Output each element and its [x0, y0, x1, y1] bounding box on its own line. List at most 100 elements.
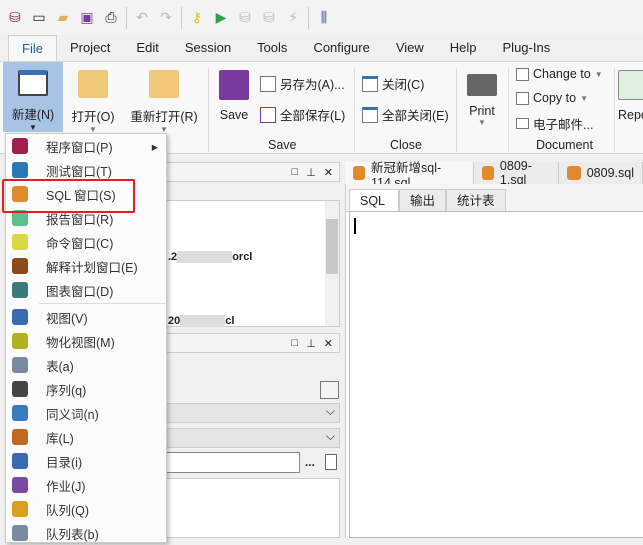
- doc-tab-1[interactable]: 新冠新增sql-114.sql: [345, 161, 474, 190]
- menu-item[interactable]: 队列表(b): [6, 521, 166, 545]
- menu-item-label: 程序窗口(P): [46, 140, 113, 155]
- menu-item-icon: [12, 282, 28, 298]
- sql-editor[interactable]: [349, 211, 643, 538]
- menu-item-icon: [12, 477, 28, 493]
- menu-item[interactable]: 解释计划窗口(E): [6, 254, 166, 278]
- menu-item[interactable]: 程序窗口(P) ▸: [6, 134, 166, 158]
- reopen-button[interactable]: 重新打开(R) ▼: [126, 62, 202, 134]
- open-button[interactable]: 打开(O) ▼: [68, 62, 118, 134]
- doc-tab-2[interactable]: 0809-1.sql: [473, 159, 559, 187]
- reopen-folder-icon: [149, 70, 179, 98]
- menu-separator: [39, 303, 166, 304]
- save-icon[interactable]: ▣: [78, 9, 96, 27]
- open-folder-icon[interactable]: ▰: [54, 9, 72, 27]
- pin-icon[interactable]: ⊥: [306, 337, 316, 350]
- tab-plugins[interactable]: Plug-Ins: [490, 35, 564, 61]
- menu-item-icon: [12, 453, 28, 469]
- print-icon[interactable]: ⎙: [102, 9, 120, 27]
- group-close-label: Close: [390, 138, 422, 152]
- report-icon: [618, 70, 643, 100]
- tab-help[interactable]: Help: [437, 35, 490, 61]
- scrollbar[interactable]: [325, 201, 339, 326]
- menu-item[interactable]: 图表窗口(D): [6, 278, 166, 302]
- rollback-icon[interactable]: ⛁: [260, 9, 278, 27]
- menu-item[interactable]: 序列(q): [6, 377, 166, 401]
- highlight-box: [2, 179, 135, 213]
- undo-icon[interactable]: ↶: [133, 9, 151, 27]
- menu-item[interactable]: 队列(Q): [6, 497, 166, 521]
- save-icon: [219, 70, 249, 100]
- menu-item-icon: [12, 234, 28, 250]
- email-button[interactable]: 电子邮件...: [516, 114, 593, 133]
- connection-1[interactable]: .2: [168, 251, 177, 263]
- quick-access-toolbar: ⛁ ▭ ▰ ▣ ⎙ ↶ ↷ ⚷ ▶ ⛁ ⛁ ⚡ ⫼: [0, 0, 643, 35]
- tab-edit[interactable]: Edit: [123, 35, 171, 61]
- group-document-label: Document: [536, 138, 593, 152]
- tab-project[interactable]: Project: [57, 35, 123, 61]
- doc-tab-3[interactable]: 0809.sql: [558, 162, 643, 184]
- tab-tools[interactable]: Tools: [244, 35, 300, 61]
- maximize-icon[interactable]: □: [292, 166, 299, 178]
- menu-item-label: 解释计划窗口(E): [46, 260, 138, 275]
- new-window-icon: [18, 70, 48, 96]
- checkbox[interactable]: [320, 381, 339, 399]
- menu-item[interactable]: 表(a): [6, 353, 166, 377]
- editor-tab-sql[interactable]: SQL: [349, 189, 399, 211]
- menu-item[interactable]: 库(L): [6, 425, 166, 449]
- menu-item-label: 同义词(n): [46, 407, 99, 422]
- tab-view[interactable]: View: [383, 35, 437, 61]
- copy-to-button[interactable]: Copy to ▼: [516, 91, 588, 105]
- dropdown-1[interactable]: ⌵: [165, 403, 340, 423]
- menu-item[interactable]: 作业(J): [6, 473, 166, 497]
- report-button[interactable]: Repo: [618, 62, 643, 134]
- menu-item[interactable]: 视图(V): [6, 305, 166, 329]
- settings-icon[interactable]: ⫼: [315, 9, 333, 27]
- save-as-icon: [260, 75, 276, 92]
- group-save-label: Save: [268, 138, 297, 152]
- key-icon[interactable]: ⚷: [188, 9, 206, 27]
- save-as-button[interactable]: 另存为(A)...: [260, 74, 345, 93]
- menu-item[interactable]: 同义词(n): [6, 401, 166, 425]
- close-window-icon: [362, 75, 378, 92]
- new-window-icon[interactable]: ▭: [30, 9, 48, 27]
- editor-tab-stats[interactable]: 统计表: [446, 189, 506, 211]
- dropdown-2[interactable]: ⌵: [165, 428, 340, 448]
- new-file-icon[interactable]: [325, 454, 337, 470]
- run-icon[interactable]: ▶: [212, 9, 230, 27]
- close-button[interactable]: 关闭(C): [362, 74, 424, 93]
- menu-item-icon: [12, 162, 28, 178]
- close-all-button[interactable]: 全部关闭(E): [362, 105, 449, 124]
- tab-session[interactable]: Session: [172, 35, 244, 61]
- save-all-button[interactable]: 全部保存(L): [260, 105, 345, 124]
- close-icon[interactable]: ✕: [324, 166, 333, 179]
- new-button[interactable]: 新建(N) ▼: [3, 62, 63, 132]
- redo-icon[interactable]: ↷: [157, 9, 175, 27]
- menu-item-label: 图表窗口(D): [46, 284, 114, 299]
- pin-icon[interactable]: ⊥: [306, 166, 316, 179]
- menu-item-icon: [12, 405, 28, 421]
- editor-tab-output[interactable]: 输出: [399, 189, 447, 211]
- menu-item-label: 命令窗口(C): [46, 236, 114, 251]
- open-folder-icon: [78, 70, 108, 98]
- menu-item[interactable]: 命令窗口(C): [6, 230, 166, 254]
- menu-item-label: 测试窗口(T): [46, 164, 112, 179]
- connection-2[interactable]: 20: [168, 315, 180, 327]
- close-icon[interactable]: ✕: [324, 337, 333, 350]
- sql-window-icon: [353, 166, 366, 180]
- change-to-icon: [516, 67, 529, 81]
- save-all-icon: [260, 106, 276, 123]
- maximize-icon[interactable]: □: [292, 337, 299, 349]
- print-button[interactable]: Print ▼: [462, 62, 502, 134]
- change-to-button[interactable]: Change to ▼: [516, 67, 603, 81]
- save-button[interactable]: Save: [216, 62, 252, 134]
- commit-icon[interactable]: ⛁: [236, 9, 254, 27]
- sql-editor-pane: SQL 输出 统计表: [345, 184, 643, 538]
- filter-input[interactable]: [165, 452, 300, 473]
- tab-file[interactable]: File: [8, 35, 57, 61]
- more-button[interactable]: ...: [305, 455, 315, 469]
- menu-item-label: 作业(J): [46, 479, 86, 494]
- tab-configure[interactable]: Configure: [300, 35, 382, 61]
- menu-item[interactable]: 目录(i): [6, 449, 166, 473]
- menu-item[interactable]: 物化视图(M): [6, 329, 166, 353]
- break-icon[interactable]: ⚡: [284, 9, 302, 27]
